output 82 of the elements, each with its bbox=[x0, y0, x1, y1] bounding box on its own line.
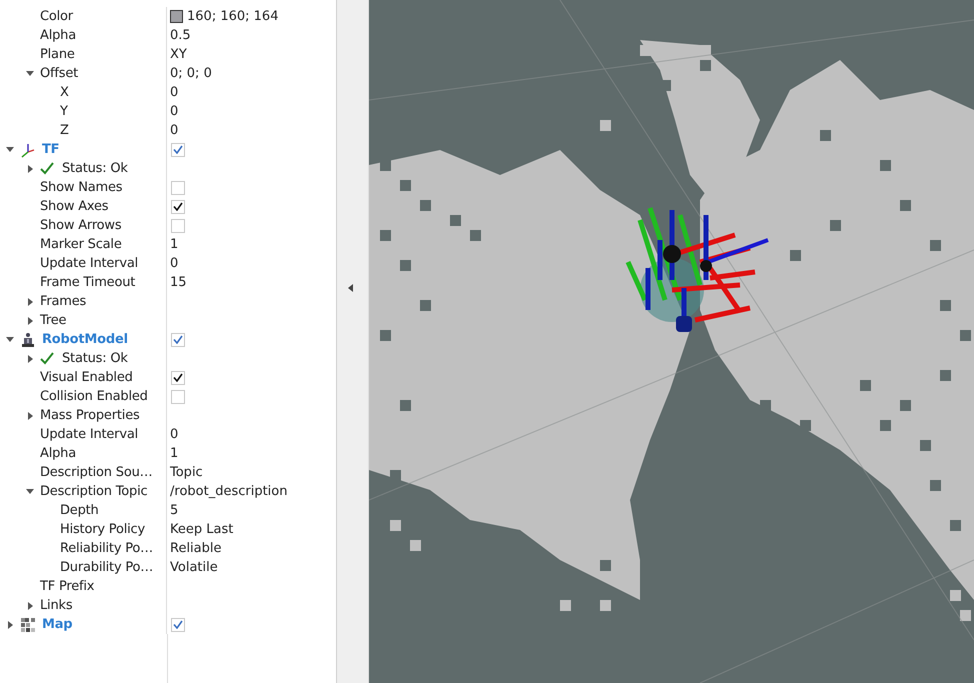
property-value: 1 bbox=[170, 237, 178, 252]
property-name: Durability Po… bbox=[60, 560, 154, 575]
check-icon bbox=[40, 162, 54, 175]
property-value: 0; 0; 0 bbox=[170, 66, 212, 81]
display-name[interactable]: TF bbox=[42, 142, 60, 157]
checkbox[interactable] bbox=[171, 218, 185, 232]
expand-arrow-icon[interactable] bbox=[28, 316, 32, 324]
property-name: Mass Properties bbox=[40, 408, 140, 423]
property-name: Frames bbox=[40, 294, 86, 309]
checkmark-icon bbox=[173, 620, 183, 629]
property-name: Status: Ok bbox=[62, 351, 128, 366]
collapse-arrow-icon[interactable] bbox=[6, 147, 14, 152]
property-value: 0 bbox=[170, 123, 178, 138]
property-name: History Policy bbox=[60, 522, 145, 537]
property-value: 160; 160; 164 bbox=[187, 9, 278, 24]
axes-icon bbox=[20, 142, 36, 158]
checkbox[interactable] bbox=[171, 332, 185, 346]
property-name: Collision Enabled bbox=[40, 389, 148, 404]
property-name: Color bbox=[40, 9, 73, 24]
display-name[interactable]: RobotModel bbox=[42, 332, 128, 347]
property-value: Volatile bbox=[170, 560, 218, 575]
display-name[interactable]: Map bbox=[42, 617, 72, 632]
property-value: 5 bbox=[170, 503, 178, 518]
checkbox[interactable] bbox=[171, 390, 185, 404]
property-name: Marker Scale bbox=[40, 237, 122, 252]
checkmark-icon bbox=[173, 373, 183, 382]
checkbox[interactable] bbox=[171, 142, 185, 156]
collapse-arrow-icon[interactable] bbox=[6, 337, 14, 342]
property-name: Alpha bbox=[40, 446, 76, 461]
property-name: Update Interval bbox=[40, 427, 138, 442]
collapse-arrow-icon[interactable] bbox=[26, 71, 34, 76]
property-name: Show Axes bbox=[40, 199, 108, 214]
property-value: Keep Last bbox=[170, 522, 234, 537]
property-value: 0.5 bbox=[170, 28, 191, 43]
property-name: Plane bbox=[40, 47, 75, 62]
property-value: XY bbox=[170, 47, 187, 62]
property-value: /robot_description bbox=[170, 484, 288, 499]
expand-arrow-icon[interactable] bbox=[28, 164, 32, 172]
property-name: Depth bbox=[60, 503, 99, 518]
property-name: Frame Timeout bbox=[40, 275, 136, 290]
property-name: Reliability Po… bbox=[60, 541, 153, 556]
property-name: Alpha bbox=[40, 28, 76, 43]
checkbox[interactable] bbox=[171, 618, 185, 632]
collapse-arrow-icon[interactable] bbox=[348, 284, 353, 292]
property-name: Z bbox=[60, 123, 69, 138]
property-name: X bbox=[60, 85, 69, 100]
expand-arrow-icon[interactable] bbox=[28, 354, 32, 362]
property-name: Offset bbox=[40, 66, 78, 81]
property-value: Reliable bbox=[170, 541, 222, 556]
property-name: Links bbox=[40, 598, 72, 613]
property-value: Topic bbox=[170, 465, 203, 480]
splitter-handle[interactable] bbox=[337, 0, 369, 683]
property-value: 1 bbox=[170, 446, 178, 461]
expand-arrow-icon[interactable] bbox=[28, 412, 32, 420]
property-name: Update Interval bbox=[40, 256, 138, 271]
property-name: Description Sou… bbox=[40, 465, 152, 480]
property-name: Show Arrows bbox=[40, 218, 122, 233]
property-value: 0 bbox=[170, 427, 178, 442]
property-name: Tree bbox=[40, 313, 66, 328]
property-name: Status: Ok bbox=[62, 161, 128, 176]
checkbox[interactable] bbox=[171, 370, 185, 384]
checkmark-icon bbox=[173, 335, 183, 344]
property-value: 0 bbox=[170, 256, 178, 271]
checkbox[interactable] bbox=[171, 180, 185, 194]
property-name: Visual Enabled bbox=[40, 370, 133, 385]
property-name: Show Names bbox=[40, 180, 122, 195]
property-value: 0 bbox=[170, 104, 178, 119]
grid-icon bbox=[20, 616, 36, 632]
checkbox[interactable] bbox=[171, 200, 185, 214]
expand-arrow-icon[interactable] bbox=[8, 620, 12, 628]
expand-arrow-icon[interactable] bbox=[28, 602, 32, 610]
collapse-arrow-icon[interactable] bbox=[26, 489, 34, 494]
property-value: 0 bbox=[170, 85, 178, 100]
checkmark-icon bbox=[173, 145, 183, 154]
expand-arrow-icon[interactable] bbox=[28, 298, 32, 306]
property-name: Y bbox=[60, 104, 68, 119]
property-name: TF Prefix bbox=[40, 579, 94, 594]
property-name: Description Topic bbox=[40, 484, 148, 499]
property-value: 15 bbox=[170, 275, 187, 290]
checkmark-icon bbox=[173, 202, 183, 211]
robot-icon bbox=[20, 332, 36, 348]
check-icon bbox=[40, 352, 54, 365]
